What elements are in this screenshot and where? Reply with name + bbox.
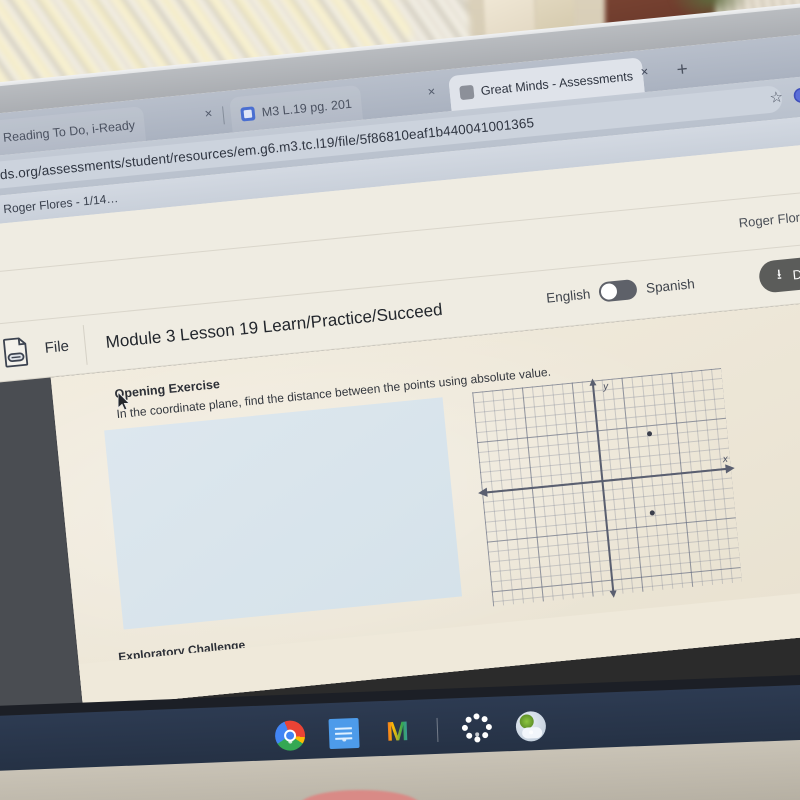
download-button[interactable]: ⭳ DOWNLOAD bbox=[757, 247, 800, 294]
worksheet-page: Opening Exercise In the coordinate plane… bbox=[50, 303, 800, 718]
screenshot-stage: Reading To Do, i-Ready × M3 L.19 pg. 201… bbox=[0, 0, 800, 800]
toolbar-divider bbox=[82, 324, 88, 365]
new-tab-button[interactable]: + bbox=[676, 59, 689, 81]
tab-close-2[interactable]: × bbox=[427, 84, 436, 100]
answer-box[interactable] bbox=[104, 397, 463, 630]
language-toggle[interactable] bbox=[598, 278, 639, 303]
x-axis-left-arrow: ◀ bbox=[477, 484, 488, 500]
toggle-knob bbox=[600, 282, 618, 301]
app-page: ync Roger Flores ‹ File Module 3 Les bbox=[0, 135, 800, 718]
tab-close-1[interactable]: × bbox=[204, 105, 213, 121]
coordinate-plane: ◀ ▶ ▲ ▼ y x bbox=[472, 367, 742, 607]
download-arrow-icon: ⭳ bbox=[775, 265, 785, 283]
omnibox-icon-group: ☆ C ↻ bbox=[769, 78, 800, 107]
y-axis-label: y bbox=[602, 381, 609, 393]
y-axis-up-arrow: ▲ bbox=[586, 374, 600, 390]
browser-tab-title: Reading To Do, i-Ready bbox=[2, 117, 136, 145]
greatminds-icon bbox=[459, 84, 475, 100]
gmail-icon[interactable]: M bbox=[382, 716, 413, 747]
browser-tab-title: Great Minds - Assessments bbox=[480, 68, 634, 98]
language-toggle-group: English Spanish bbox=[545, 273, 695, 307]
language-english-label: English bbox=[545, 285, 592, 306]
file-menu-label[interactable]: File bbox=[44, 338, 70, 357]
weather-widget-icon[interactable] bbox=[514, 710, 546, 742]
app-running-dot bbox=[341, 737, 346, 742]
extension-blue-icon[interactable] bbox=[793, 86, 800, 104]
bookmark-item-1-label[interactable]: Roger Flores - 1/14… bbox=[3, 191, 119, 216]
mouse-cursor bbox=[118, 392, 131, 411]
language-spanish-label: Spanish bbox=[645, 275, 696, 296]
graph-grid bbox=[472, 367, 742, 607]
document-icon bbox=[0, 333, 35, 370]
taskbar-divider bbox=[436, 717, 438, 742]
google-docs-icon[interactable] bbox=[327, 717, 360, 750]
x-axis-label: x bbox=[722, 453, 729, 466]
laptop-screen: Reading To Do, i-Ready × M3 L.19 pg. 201… bbox=[0, 26, 800, 718]
account-name: Roger Flores bbox=[738, 208, 800, 231]
loading-spinner-icon[interactable] bbox=[461, 713, 492, 744]
y-axis-down-arrow: ▼ bbox=[606, 586, 621, 602]
browser-tab-title: M3 L.19 pg. 201 bbox=[261, 96, 353, 120]
app-running-dot bbox=[287, 739, 292, 744]
download-label: DOWNLOAD bbox=[791, 258, 800, 283]
chrome-icon[interactable] bbox=[274, 720, 306, 752]
tab-close-active[interactable]: × bbox=[640, 64, 649, 80]
slides-icon bbox=[240, 105, 256, 122]
bookmark-star-icon[interactable]: ☆ bbox=[769, 88, 784, 107]
tab-separator bbox=[222, 106, 225, 125]
